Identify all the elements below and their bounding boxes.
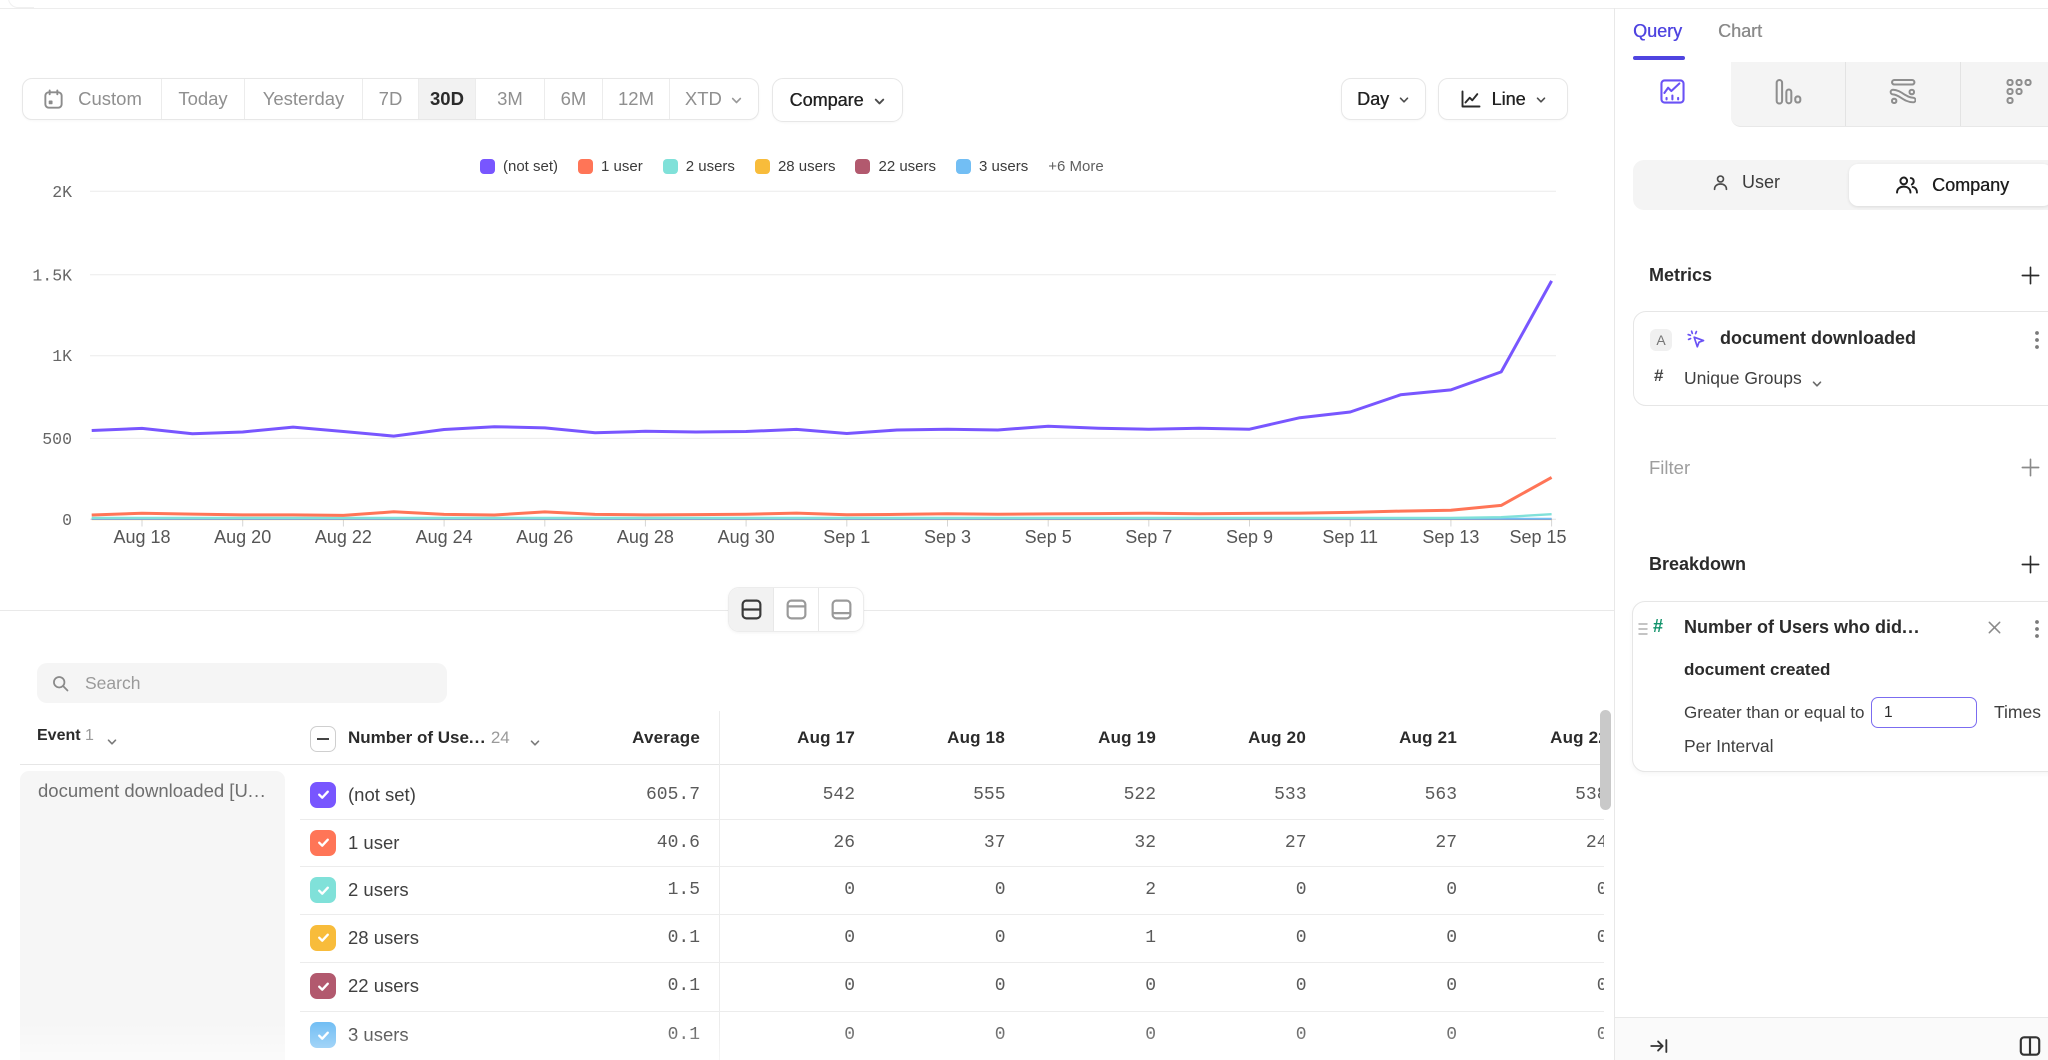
svg-text:Sep 7: Sep 7 xyxy=(1125,527,1172,547)
svg-text:Aug 26: Aug 26 xyxy=(516,527,573,547)
svg-text:Aug 28: Aug 28 xyxy=(617,527,674,547)
svg-text:Sep 13: Sep 13 xyxy=(1422,527,1479,547)
svg-text:Aug 22: Aug 22 xyxy=(315,527,372,547)
svg-text:Sep 9: Sep 9 xyxy=(1226,527,1273,547)
svg-text:Aug 20: Aug 20 xyxy=(214,527,271,547)
svg-text:2K: 2K xyxy=(52,183,72,202)
svg-text:Sep 15: Sep 15 xyxy=(1509,527,1566,547)
svg-text:1.5K: 1.5K xyxy=(32,266,72,285)
svg-text:Sep 1: Sep 1 xyxy=(823,527,870,547)
svg-text:Aug 18: Aug 18 xyxy=(113,527,170,547)
svg-text:Sep 11: Sep 11 xyxy=(1322,527,1378,547)
svg-text:0: 0 xyxy=(62,511,72,530)
svg-text:Aug 30: Aug 30 xyxy=(718,527,775,547)
svg-text:Aug 24: Aug 24 xyxy=(416,527,473,547)
svg-text:Sep 3: Sep 3 xyxy=(924,527,971,547)
svg-text:500: 500 xyxy=(42,430,72,449)
svg-text:Sep 5: Sep 5 xyxy=(1025,527,1072,547)
svg-text:1K: 1K xyxy=(52,347,72,366)
